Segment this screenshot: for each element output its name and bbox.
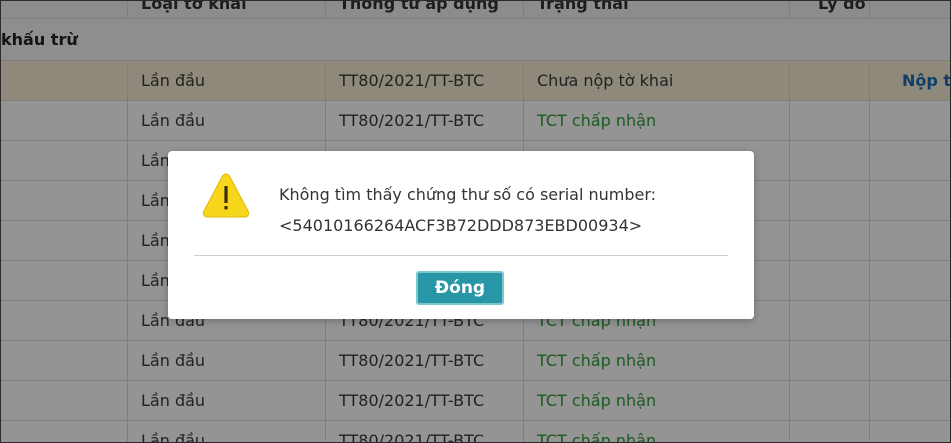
dialog-divider xyxy=(194,255,728,256)
error-dialog: Không tìm thấy chứng thư số có serial nu… xyxy=(168,151,754,319)
warning-icon xyxy=(201,169,251,221)
dialog-serial-number: <54010166264ACF3B72DDD873EBD00934> xyxy=(279,216,643,235)
app-window: Loại tờ khai Thông tư áp dụng Trạng thái… xyxy=(0,0,951,443)
modal-overlay: Không tìm thấy chứng thư số có serial nu… xyxy=(1,1,950,442)
close-button[interactable]: Đóng xyxy=(416,271,504,305)
dialog-message-line1: Không tìm thấy chứng thư số có serial nu… xyxy=(279,185,657,204)
dialog-message: Không tìm thấy chứng thư số có serial nu… xyxy=(279,179,656,241)
